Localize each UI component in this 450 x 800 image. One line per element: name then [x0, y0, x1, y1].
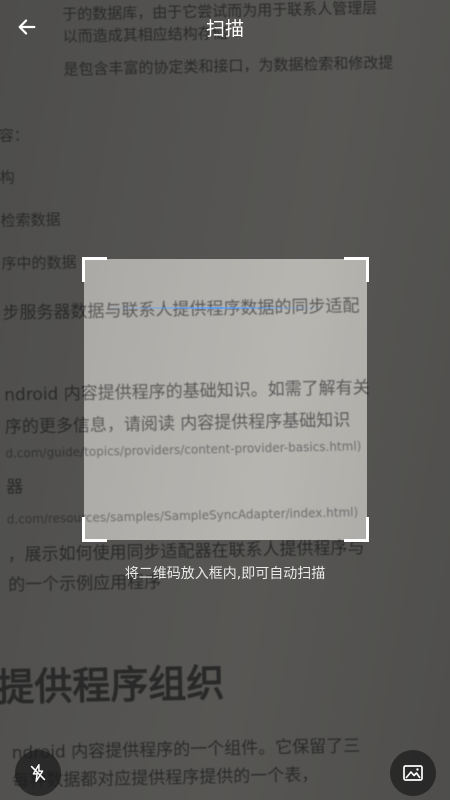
- top-bar: 扫描: [0, 0, 450, 54]
- doc-line: ndroid 内容提供程序的一个组件。它保留了三: [11, 736, 361, 764]
- scan-line: [104, 307, 327, 309]
- scan-corner: [344, 257, 369, 282]
- flash-toggle-button[interactable]: [15, 750, 61, 796]
- doc-heading: 提供程序组织: [0, 661, 225, 710]
- scan-hint: 将二维码放入框内,即可自动扫描: [124, 566, 326, 582]
- doc-line: 检索数据: [0, 210, 61, 230]
- scan-corner: [82, 257, 107, 282]
- doc-line: 是包含丰富的协定类和接口，为数据检索和修改提: [63, 53, 394, 79]
- doc-line: 器: [5, 477, 24, 498]
- doc-line: 构: [0, 168, 15, 187]
- gallery-button[interactable]: [390, 750, 436, 796]
- page-title: 扫描: [205, 18, 244, 40]
- scan-frame: [82, 257, 369, 542]
- scan-corner: [344, 517, 369, 542]
- gallery-image-icon: [403, 765, 423, 781]
- flash-off-icon: [30, 764, 46, 782]
- scan-corner: [82, 517, 107, 542]
- doc-line: 序中的数据: [1, 253, 77, 273]
- doc-line: 容：: [0, 126, 29, 145]
